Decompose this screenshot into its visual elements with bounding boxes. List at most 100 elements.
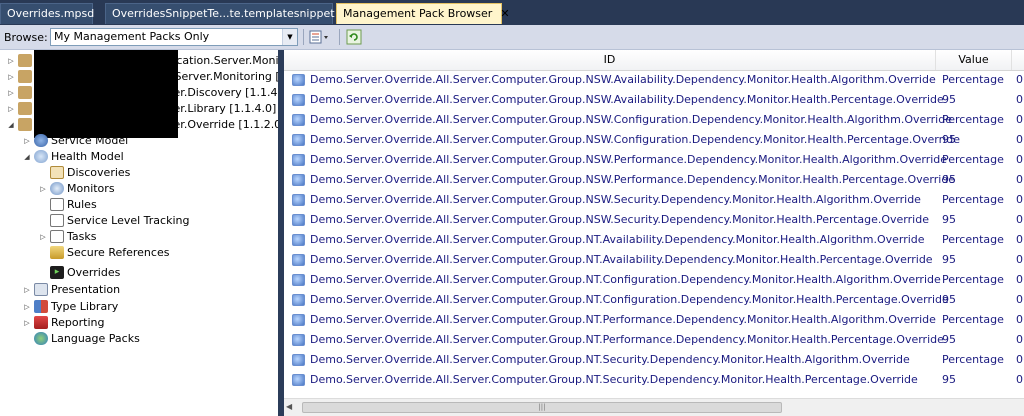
rules-icon — [50, 198, 64, 211]
expand-icon[interactable]: ▷ — [6, 101, 16, 117]
expand-icon[interactable]: ▷ — [6, 85, 16, 101]
override-value-cell: 95 — [942, 93, 956, 106]
tree-item-rules[interactable]: Rules — [38, 197, 97, 213]
management-pack-icon — [18, 70, 32, 83]
scrollbar-thumb[interactable]: ||| — [302, 402, 782, 413]
override-value-cell: Percentage — [942, 313, 1004, 326]
table-row[interactable]: Demo.Server.Override.All.Server.Computer… — [284, 90, 1024, 110]
tree-item-service-level-tracking[interactable]: Service Level Tracking — [38, 213, 189, 229]
table-row[interactable]: Demo.Server.Override.All.Server.Computer… — [284, 130, 1024, 150]
type-library-icon — [34, 300, 48, 313]
table-row[interactable]: Demo.Server.Override.All.Server.Computer… — [284, 190, 1024, 210]
override-extra-cell: 0( — [1016, 73, 1024, 86]
tree-item-label: Rules — [67, 198, 97, 211]
table-row[interactable]: Demo.Server.Override.All.Server.Computer… — [284, 290, 1024, 310]
tree-item-label: Service Level Tracking — [67, 214, 190, 227]
table-row[interactable]: Demo.Server.Override.All.Server.Computer… — [284, 370, 1024, 390]
collapse-icon[interactable]: ◢ — [22, 149, 32, 165]
expand-icon[interactable]: ▷ — [22, 282, 32, 298]
override-value-cell: 95 — [942, 293, 956, 306]
table-row[interactable]: Demo.Server.Override.All.Server.Computer… — [284, 170, 1024, 190]
table-row[interactable]: Demo.Server.Override.All.Server.Computer… — [284, 150, 1024, 170]
tab-management-pack-browser[interactable]: Management Pack Browser ✕ — [336, 3, 510, 24]
expand-icon[interactable]: ▷ — [22, 133, 32, 149]
override-value-cell: Percentage — [942, 233, 1004, 246]
expand-icon[interactable]: ▷ — [38, 229, 48, 245]
override-value-cell: 95 — [942, 173, 956, 186]
table-row[interactable]: Demo.Server.Override.All.Server.Computer… — [284, 110, 1024, 130]
column-header-id[interactable]: ID — [284, 50, 936, 70]
override-id-cell: Demo.Server.Override.All.Server.Computer… — [310, 273, 941, 286]
tab-overrides-snippet[interactable]: OverridesSnippetTe...te.templatesnippet — [105, 3, 335, 24]
override-icon — [292, 294, 305, 306]
expand-icon[interactable]: ▷ — [6, 53, 16, 69]
tree-item-overrides[interactable]: ▸ Overrides — [38, 265, 120, 281]
expand-icon[interactable]: ▷ — [6, 69, 16, 85]
table-row[interactable]: Demo.Server.Override.All.Server.Computer… — [284, 330, 1024, 350]
table-row[interactable]: Demo.Server.Override.All.Server.Computer… — [284, 310, 1024, 330]
browse-filter-select[interactable]: My Management Packs Only ▼ — [50, 28, 298, 46]
tree-item-monitors[interactable]: ▷ Monitors — [38, 181, 115, 197]
override-extra-cell: 0( — [1016, 353, 1024, 366]
column-header-value[interactable]: Value — [936, 50, 1012, 70]
tree-item-label: Presentation — [51, 283, 121, 296]
tree-item-type-library[interactable]: ▷ Type Library — [22, 299, 118, 315]
override-value-cell: Percentage — [942, 193, 1004, 206]
expand-icon[interactable]: ▷ — [38, 181, 48, 197]
tree-item-reporting[interactable]: ▷ Reporting — [22, 315, 104, 331]
override-id-cell: Demo.Server.Override.All.Server.Computer… — [310, 193, 921, 206]
table-row[interactable]: Demo.Server.Override.All.Server.Computer… — [284, 350, 1024, 370]
refresh-icon[interactable] — [346, 29, 362, 45]
override-icon — [292, 354, 305, 366]
tree-item-presentation[interactable]: ▷ Presentation — [22, 282, 120, 298]
view-options-icon[interactable] — [309, 29, 331, 45]
grid-header: ID Value — [284, 50, 1024, 71]
tree-item-service-model[interactable]: ▷ Service Model — [22, 133, 128, 149]
chevron-down-icon[interactable]: ▼ — [282, 29, 297, 45]
table-row[interactable]: Demo.Server.Override.All.Server.Computer… — [284, 230, 1024, 250]
management-pack-icon — [18, 118, 32, 131]
tree-item-discoveries[interactable]: Discoveries — [38, 165, 130, 181]
management-pack-icon — [18, 86, 32, 99]
secure-references-icon — [50, 246, 64, 259]
scroll-left-icon[interactable]: ◀ — [286, 402, 292, 411]
override-value-cell: 95 — [942, 213, 956, 226]
expand-icon[interactable]: ▷ — [22, 299, 32, 315]
document-tab-strip: Overrides.mpsd OverridesSnippetTe...te.t… — [0, 0, 1024, 25]
tree-item-label: Secure References — [67, 246, 170, 259]
toolbar-separator — [339, 29, 340, 45]
override-extra-cell: 0( — [1016, 373, 1024, 386]
tree-item-label: Language Packs — [51, 332, 140, 345]
collapse-icon[interactable]: ◢ — [6, 117, 16, 133]
override-extra-cell: 0( — [1016, 193, 1024, 206]
override-value-cell: Percentage — [942, 273, 1004, 286]
management-pack-icon — [18, 54, 32, 67]
tab-label: Overrides.mpsd — [7, 7, 95, 20]
tree-item-label: Type Library — [51, 300, 119, 313]
override-id-cell: Demo.Server.Override.All.Server.Computer… — [310, 173, 956, 186]
override-value-cell: 95 — [942, 253, 956, 266]
override-extra-cell: 0( — [1016, 293, 1024, 306]
tab-overrides-mpsd[interactable]: Overrides.mpsd — [0, 3, 95, 24]
table-row[interactable]: Demo.Server.Override.All.Server.Computer… — [284, 250, 1024, 270]
override-extra-cell: 0( — [1016, 133, 1024, 146]
table-row[interactable]: Demo.Server.Override.All.Server.Computer… — [284, 270, 1024, 290]
expand-icon[interactable]: ▷ — [22, 315, 32, 331]
horizontal-scrollbar[interactable]: ◀ ||| — [284, 398, 1024, 416]
tree-item-secure-references[interactable]: Secure References — [38, 245, 169, 261]
override-extra-cell: 0( — [1016, 273, 1024, 286]
tree-item-health-model[interactable]: ◢ Health Model — [22, 149, 124, 165]
override-id-cell: Demo.Server.Override.All.Server.Computer… — [310, 233, 925, 246]
table-row[interactable]: Demo.Server.Override.All.Server.Computer… — [284, 70, 1024, 90]
tree-item-language-packs[interactable]: Language Packs — [22, 331, 140, 347]
close-icon[interactable]: ✕ — [500, 4, 509, 24]
override-id-cell: Demo.Server.Override.All.Server.Computer… — [310, 333, 944, 346]
override-icon — [292, 174, 305, 186]
override-icon — [292, 214, 305, 226]
table-row[interactable]: Demo.Server.Override.All.Server.Computer… — [284, 210, 1024, 230]
override-value-cell: 95 — [942, 333, 956, 346]
tree-item-tasks[interactable]: ▷ Tasks — [38, 229, 96, 245]
override-value-cell: 95 — [942, 373, 956, 386]
tree-item-label: Service Model — [51, 134, 129, 147]
column-header-more[interactable] — [1012, 50, 1024, 70]
